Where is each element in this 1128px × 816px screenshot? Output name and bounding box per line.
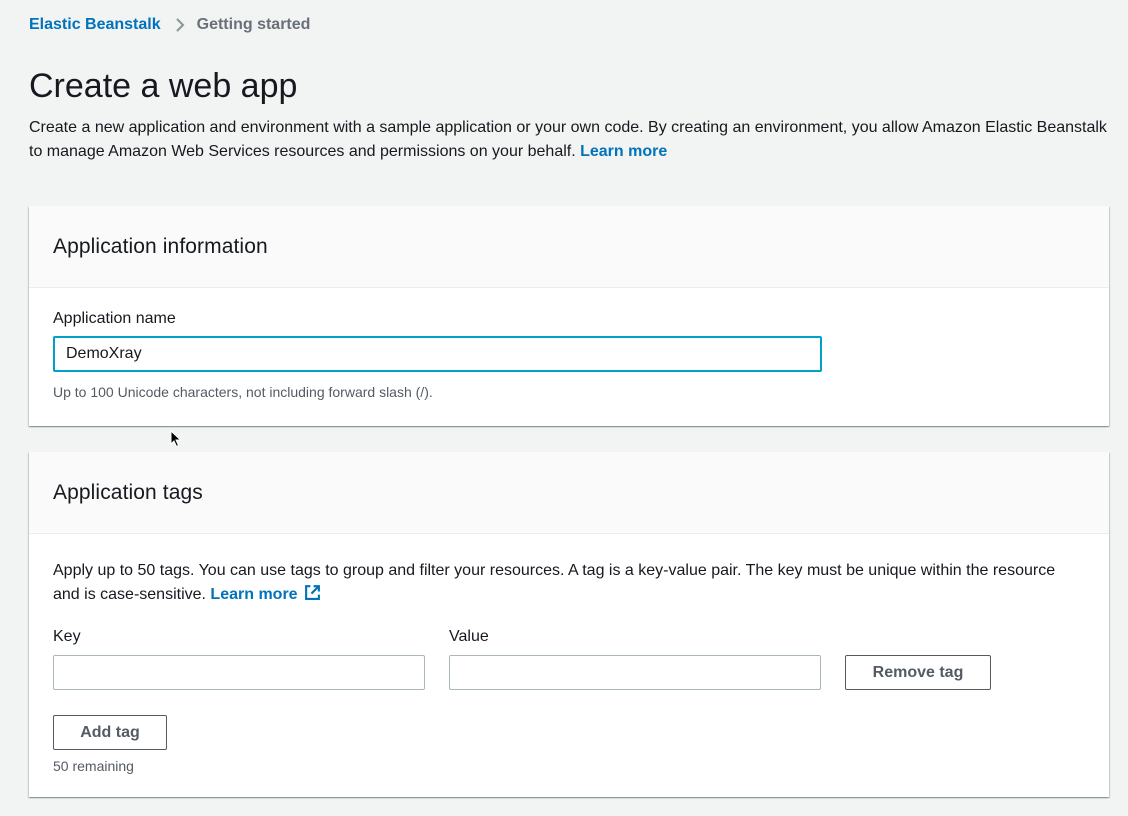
panel-body: Apply up to 50 tags. You can use tags to…	[29, 534, 1109, 796]
tags-description: Apply up to 50 tags. You can use tags to…	[53, 559, 1083, 609]
panel-header: Application information	[29, 206, 1109, 288]
tag-key-input[interactable]	[53, 655, 425, 690]
breadcrumb-item-getting-started: Getting started	[196, 16, 311, 33]
application-information-panel: Application information Application name…	[29, 206, 1109, 426]
tags-remaining-count: 50 remaining	[53, 758, 134, 774]
application-tags-heading: Application tags	[53, 480, 203, 504]
application-information-heading: Application information	[53, 234, 268, 258]
tag-value-label: Value	[449, 628, 489, 645]
breadcrumb-item-elastic-beanstalk[interactable]: Elastic Beanstalk	[29, 16, 161, 34]
panel-body: Application name Up to 100 Unicode chara…	[29, 288, 1109, 425]
tags-description-text: Apply up to 50 tags. You can use tags to…	[53, 562, 1056, 603]
page-description-text: Create a new application and environment…	[29, 119, 1107, 160]
application-name-hint: Up to 100 Unicode characters, not includ…	[53, 384, 433, 400]
panel-header: Application tags	[29, 452, 1109, 534]
remove-tag-button[interactable]: Remove tag	[845, 655, 991, 690]
add-tag-button[interactable]: Add tag	[53, 715, 167, 750]
external-link-icon	[304, 584, 321, 609]
tags-learn-more-link[interactable]: Learn more	[210, 585, 320, 603]
tag-key-label: Key	[53, 628, 81, 645]
learn-more-link[interactable]: Learn more	[580, 143, 667, 160]
page-title: Create a web app	[29, 67, 298, 105]
tag-value-input[interactable]	[449, 655, 821, 690]
breadcrumb: Elastic Beanstalk Getting started	[29, 14, 310, 36]
application-tags-panel: Application tags Apply up to 50 tags. Yo…	[29, 452, 1109, 797]
mouse-pointer-icon	[170, 429, 182, 453]
page-description: Create a new application and environment…	[29, 116, 1119, 164]
application-name-label: Application name	[53, 310, 176, 327]
tags-learn-more-label: Learn more	[210, 586, 298, 603]
chevron-right-icon	[175, 17, 185, 33]
application-name-input[interactable]	[53, 336, 822, 372]
